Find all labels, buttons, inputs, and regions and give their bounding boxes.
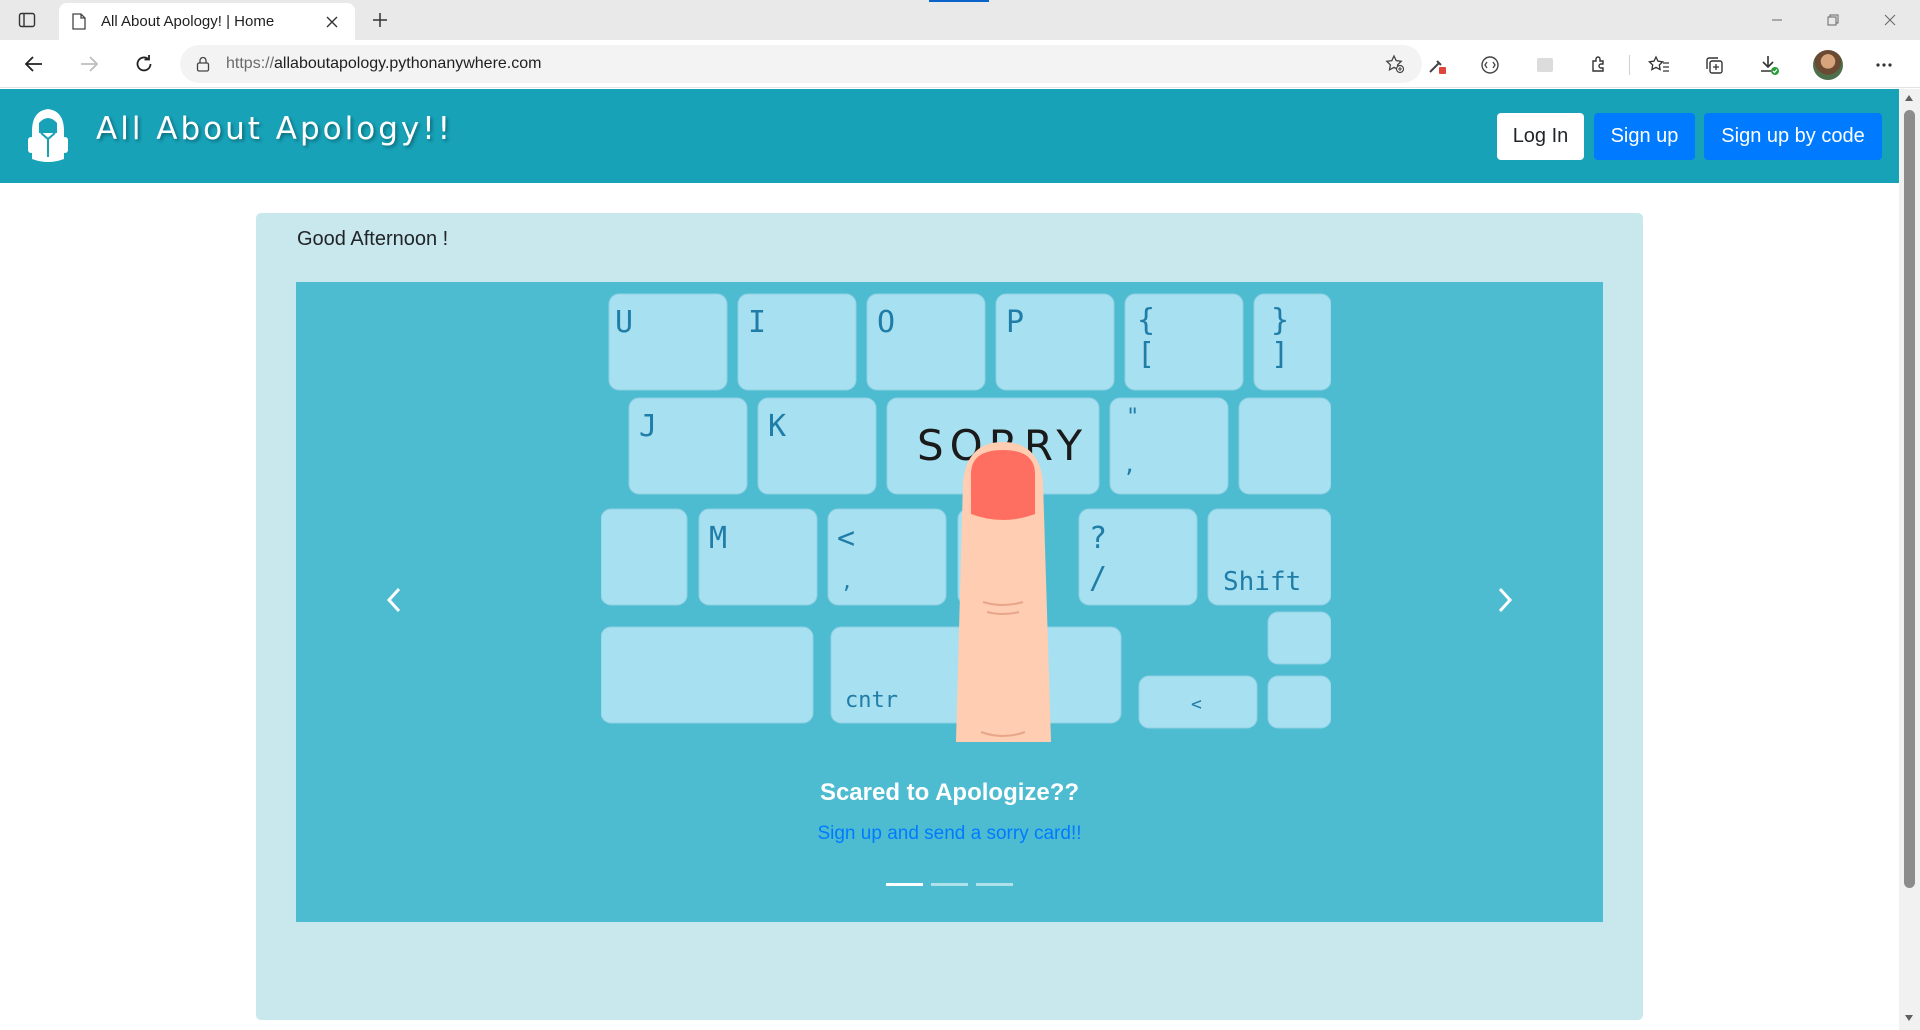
forward-icon[interactable]	[72, 48, 106, 80]
plus-icon[interactable]	[366, 6, 394, 34]
carousel-indicators	[886, 883, 1016, 887]
signup-by-code-button[interactable]: Sign up by code	[1704, 113, 1882, 160]
close-window-icon[interactable]	[1862, 0, 1918, 40]
svg-text:,: ,	[1123, 453, 1136, 478]
svg-text:U: U	[615, 305, 633, 340]
svg-text:O: O	[877, 305, 895, 340]
minimize-icon[interactable]	[1749, 0, 1805, 40]
carousel-next-button[interactable]	[1485, 580, 1525, 620]
scroll-down-icon[interactable]	[1905, 1015, 1913, 1021]
svg-text:?: ?	[1089, 521, 1107, 556]
svg-text:I: I	[748, 305, 766, 340]
keyboard-illustration: U I O P { [ } ] J K " , M < , ? / Shift …	[601, 282, 1331, 742]
tab-actions-icon[interactable]	[14, 7, 40, 33]
svg-text:<: <	[837, 521, 855, 556]
page-viewport: All About Apology!! Log In Sign up Sign …	[0, 89, 1899, 1030]
reading-icon[interactable]	[1475, 50, 1505, 80]
svg-text:M: M	[709, 521, 727, 556]
screenshot-icon[interactable]	[1530, 50, 1560, 80]
login-button[interactable]: Log In	[1497, 113, 1584, 160]
svg-text:": "	[1126, 405, 1139, 430]
browser-toolbar: https://allaboutapology.pythonanywhere.c…	[0, 40, 1920, 88]
brand-logo-icon[interactable]	[22, 103, 74, 169]
address-bar[interactable]: https://allaboutapology.pythonanywhere.c…	[180, 45, 1422, 83]
svg-text:Shift: Shift	[1223, 567, 1301, 597]
hero-carousel: U I O P { [ } ] J K " , M < , ? / Shift …	[296, 282, 1603, 922]
page-icon	[71, 13, 87, 31]
back-icon[interactable]	[17, 48, 51, 80]
tab-title: All About Apology! | Home	[101, 13, 275, 30]
carousel-indicator-2[interactable]	[931, 883, 968, 886]
svg-text:<: <	[1191, 694, 1202, 715]
page-scrollbar[interactable]	[1899, 89, 1920, 1030]
svg-text:P: P	[1006, 305, 1024, 340]
browser-tab-strip: All About Apology! | Home	[0, 0, 1920, 40]
svg-text:]: ]	[1271, 337, 1289, 372]
carousel-caption-title: Scared to Apologize??	[819, 779, 1080, 806]
toolbar-divider	[1629, 55, 1630, 75]
scroll-up-icon[interactable]	[1905, 95, 1913, 101]
svg-text:J: J	[639, 409, 657, 444]
chevron-left-icon	[386, 587, 401, 613]
svg-text:}: }	[1271, 303, 1289, 338]
lock-icon[interactable]	[194, 55, 212, 73]
greeting-text: Good Afternoon !	[297, 228, 449, 250]
welcome-card: Good Afternoon ! U I O P {[}] J K " ,…	[256, 213, 1643, 1020]
favorites-icon[interactable]	[1644, 50, 1674, 80]
close-icon[interactable]	[321, 11, 343, 33]
carousel-prev-button[interactable]	[374, 580, 414, 620]
refresh-icon[interactable]	[127, 48, 161, 80]
browser-tab-active[interactable]: All About Apology! | Home	[59, 3, 355, 40]
eyedropper-icon[interactable]	[1422, 50, 1452, 80]
extensions-icon[interactable]	[1584, 50, 1614, 80]
chevron-right-icon	[1498, 587, 1513, 613]
svg-text:cntr: cntr	[845, 688, 898, 713]
svg-text:{: {	[1137, 303, 1155, 338]
more-icon[interactable]	[1869, 50, 1899, 80]
window-accent	[929, 0, 989, 2]
scrollbar-thumb[interactable]	[1904, 110, 1915, 888]
downloads-icon[interactable]	[1754, 50, 1784, 80]
url-text: https://allaboutapology.pythonanywhere.c…	[226, 55, 542, 72]
carousel-caption-link[interactable]: Sign up and send a sorry card!!	[296, 823, 1603, 845]
profile-avatar[interactable]	[1813, 50, 1843, 80]
site-navbar: All About Apology!! Log In Sign up Sign …	[0, 89, 1899, 183]
svg-text:K: K	[768, 409, 786, 444]
signup-button[interactable]: Sign up	[1594, 113, 1695, 160]
carousel-indicator-1[interactable]	[886, 883, 923, 886]
svg-text:,: ,	[841, 569, 853, 593]
carousel-indicator-3[interactable]	[976, 883, 1013, 886]
brand-name[interactable]: All About Apology!!	[96, 111, 453, 147]
svg-text:[: [	[1137, 337, 1155, 372]
svg-text:/: /	[1089, 561, 1107, 596]
collections-icon[interactable]	[1699, 50, 1729, 80]
add-favorite-icon[interactable]	[1382, 51, 1408, 77]
restore-icon[interactable]	[1805, 0, 1861, 40]
